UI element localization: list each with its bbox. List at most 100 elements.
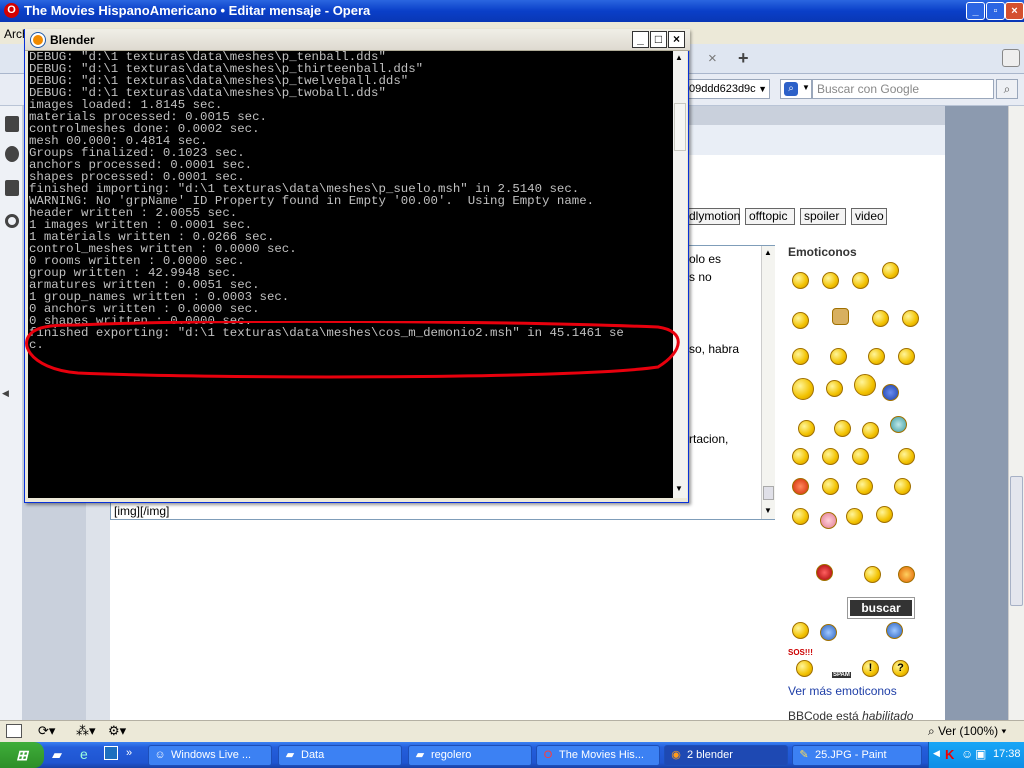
question-mark-emoticon-icon[interactable]: ? bbox=[892, 660, 909, 677]
tray-antivirus-icon[interactable]: K bbox=[945, 747, 954, 762]
clap-emoticon-icon[interactable] bbox=[832, 308, 849, 325]
bbcode-video-button[interactable]: video bbox=[851, 208, 887, 225]
love-emoticon-icon[interactable] bbox=[846, 508, 863, 525]
start-button[interactable]: ⊞ bbox=[0, 742, 44, 768]
laugh-emoticon-icon[interactable] bbox=[868, 348, 885, 365]
maximize-button[interactable]: ▫ bbox=[986, 2, 1005, 20]
textarea-text-line: so, habra bbox=[689, 342, 740, 356]
smug-emoticon-icon[interactable] bbox=[894, 478, 911, 495]
page-scrollbar-thumb[interactable] bbox=[1010, 476, 1023, 606]
glasses-emoticon-icon[interactable] bbox=[822, 448, 839, 465]
wink-emoticon-icon[interactable] bbox=[882, 262, 899, 279]
red-highlight-ellipse bbox=[25, 321, 680, 379]
devil-emoticon-icon[interactable] bbox=[898, 566, 915, 583]
question-emoticon-icon[interactable] bbox=[890, 416, 907, 433]
smile2-emoticon-icon[interactable] bbox=[792, 622, 809, 639]
zoom-control[interactable]: ⌕ Ver (100%) ▾ bbox=[928, 724, 1006, 739]
shock-emoticon-icon[interactable] bbox=[830, 348, 847, 365]
settings-icon[interactable]: ⚙▾ bbox=[108, 723, 126, 739]
panel-collapse-icon[interactable]: ◀ bbox=[2, 388, 9, 399]
taskbar-item[interactable]: O The Movies His... bbox=[536, 745, 660, 766]
angry-emoticon-icon[interactable] bbox=[792, 478, 809, 495]
minimize-button[interactable]: _ bbox=[966, 2, 985, 20]
panel-search-icon[interactable] bbox=[5, 214, 19, 228]
taskbar-item[interactable]: ✎ 25.JPG - Paint bbox=[792, 745, 922, 766]
reload-icon[interactable]: ⟳▾ bbox=[38, 723, 55, 739]
worried-emoticon-icon[interactable] bbox=[902, 310, 919, 327]
quicklaunch-expand-icon[interactable]: » bbox=[126, 747, 132, 759]
spam-emoticon-icon[interactable]: SPAM bbox=[832, 672, 851, 678]
tray-network-icon[interactable]: ▣ bbox=[975, 747, 986, 761]
sos-emoticon-icon[interactable]: SOS!!! bbox=[788, 648, 813, 657]
console-scroll-down-icon[interactable]: ▼ bbox=[675, 484, 683, 493]
page-scrollbar[interactable] bbox=[1008, 106, 1024, 720]
address-field[interactable]: 09ddd623d9c ▼ bbox=[686, 79, 770, 99]
blender-maximize-button[interactable]: □ bbox=[650, 31, 667, 48]
blender-title-bar[interactable]: Blender _ □ × bbox=[25, 29, 690, 51]
more-emoticons-link[interactable]: Ver más emoticonos bbox=[788, 684, 897, 698]
textarea-scrollbar[interactable]: ▲ ▼ bbox=[761, 246, 775, 519]
frown-emoticon-icon[interactable] bbox=[898, 448, 915, 465]
tab-close-icon[interactable]: × bbox=[708, 50, 717, 67]
grin-emoticon-icon[interactable] bbox=[822, 272, 839, 289]
drool-emoticon-icon[interactable] bbox=[792, 508, 809, 525]
sad-emoticon-icon[interactable] bbox=[792, 348, 809, 365]
panel-notes-icon[interactable] bbox=[5, 180, 19, 196]
buscar-sign-emoticon-icon[interactable]: buscar bbox=[847, 597, 915, 619]
roll-eyes-emoticon-icon[interactable] bbox=[834, 420, 851, 437]
panel-toggle-icon[interactable] bbox=[6, 724, 22, 738]
thumbs-up-emoticon-icon[interactable] bbox=[822, 478, 839, 495]
textarea-scroll-thumb[interactable] bbox=[763, 486, 774, 500]
whistle-emoticon-icon[interactable] bbox=[852, 448, 869, 465]
paint-icon: ✎ bbox=[799, 749, 809, 761]
scream-emoticon-icon[interactable] bbox=[854, 374, 876, 396]
cold-emoticon-icon[interactable] bbox=[820, 624, 837, 641]
quicklaunch-ie-icon[interactable]: e bbox=[80, 746, 88, 762]
tray-messenger-icon[interactable]: ☺ bbox=[961, 747, 973, 761]
trash-icon[interactable] bbox=[1002, 49, 1020, 67]
search-input[interactable]: Buscar con Google bbox=[812, 79, 994, 99]
panel-bookmarks-icon[interactable] bbox=[5, 116, 19, 132]
thinking-emoticon-icon[interactable] bbox=[798, 420, 815, 437]
taskbar-item[interactable]: ◉ 2 blender bbox=[664, 745, 788, 766]
console-scroll-up-icon[interactable]: ▲ bbox=[675, 53, 683, 62]
close-button[interactable]: × bbox=[1005, 2, 1024, 20]
smile-emoticon-icon[interactable] bbox=[792, 272, 809, 289]
network-icon[interactable]: ⁂▾ bbox=[76, 723, 96, 739]
red-ball-emoticon-icon[interactable] bbox=[816, 564, 833, 581]
happy-emoticon-icon[interactable] bbox=[852, 272, 869, 289]
dizzy-emoticon-icon[interactable] bbox=[876, 506, 893, 523]
tongue-emoticon-icon[interactable] bbox=[792, 312, 809, 329]
blue-emoticon-icon[interactable] bbox=[882, 384, 899, 401]
sos-face-emoticon-icon[interactable] bbox=[796, 660, 813, 677]
pig-emoticon-icon[interactable] bbox=[820, 512, 837, 529]
quicklaunch-app-icon[interactable] bbox=[104, 746, 118, 760]
search-engine-selector[interactable]: ⌕ ▼ bbox=[780, 79, 812, 99]
bbcode-dailymotion-button[interactable]: dlymotion bbox=[686, 208, 740, 225]
taskbar-item[interactable]: ▰ Data bbox=[278, 745, 402, 766]
blender-minimize-button[interactable]: _ bbox=[632, 31, 649, 48]
bbcode-offtopic-button[interactable]: offtopic bbox=[745, 208, 795, 225]
exclamation-emoticon-icon[interactable]: ! bbox=[862, 660, 879, 677]
taskbar-item[interactable]: ▰ regolero bbox=[408, 745, 532, 766]
console-scroll-thumb[interactable] bbox=[674, 103, 686, 151]
new-tab-icon[interactable]: + bbox=[738, 48, 749, 69]
horns-emoticon-icon[interactable] bbox=[864, 566, 881, 583]
bbcode-spoiler-button[interactable]: spoiler bbox=[800, 208, 846, 225]
cool-emoticon-icon[interactable] bbox=[898, 348, 915, 365]
confused-emoticon-icon[interactable] bbox=[826, 380, 843, 397]
search-go-icon[interactable]: ⌕ bbox=[996, 79, 1018, 99]
taskbar-item[interactable]: ☺ Windows Live ... bbox=[148, 745, 272, 766]
blender-close-button[interactable]: × bbox=[668, 31, 685, 48]
panel-mail-icon[interactable] bbox=[5, 146, 19, 162]
cry-emoticon-icon[interactable] bbox=[862, 422, 879, 439]
taskbar-item-label: Data bbox=[301, 749, 325, 761]
quicklaunch-folder-icon[interactable]: ▰ bbox=[52, 747, 62, 763]
blush-emoticon-icon[interactable] bbox=[792, 448, 809, 465]
bye-emoticon-icon[interactable] bbox=[856, 478, 873, 495]
sign-emoticon-icon[interactable] bbox=[886, 622, 903, 639]
big-eyes-emoticon-icon[interactable] bbox=[792, 378, 814, 400]
tray-expand-icon[interactable]: ◀ bbox=[933, 748, 940, 759]
surprised-emoticon-icon[interactable] bbox=[872, 310, 889, 327]
opera-icon: O bbox=[543, 749, 553, 761]
